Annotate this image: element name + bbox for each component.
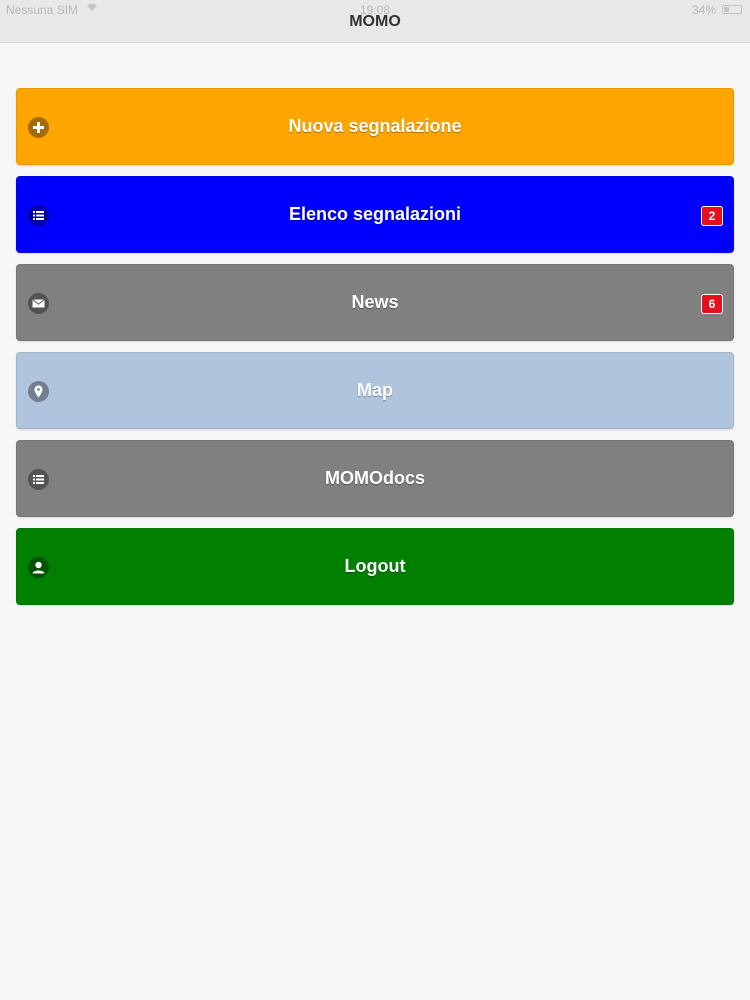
battery-icon — [722, 5, 742, 14]
status-bar: Nessuna SIM 19:08 34% — [0, 0, 750, 20]
button-label: Elenco segnalazioni — [288, 204, 462, 224]
plus-icon — [28, 117, 49, 138]
notification-badge: 6 — [701, 294, 723, 314]
user-icon — [28, 557, 49, 578]
momodocs-button[interactable]: MOMOdocs — [16, 440, 734, 517]
button-label: Logout — [344, 556, 406, 576]
battery-percentage: 34% — [691, 3, 716, 17]
location-pin-icon — [28, 381, 49, 402]
logout-button[interactable]: Logout — [16, 528, 734, 605]
list-icon — [28, 469, 49, 490]
button-label: Map — [357, 380, 393, 400]
button-label: News — [351, 292, 399, 312]
mail-icon — [28, 293, 49, 314]
button-label: Nuova segnalazione — [288, 116, 462, 136]
list-icon — [28, 205, 49, 226]
clock: 19:08 — [359, 3, 391, 17]
notification-badge: 2 — [701, 206, 723, 226]
map-button[interactable]: Map — [16, 352, 734, 429]
elenco-segnalazioni-button[interactable]: Elenco segnalazioni 2 — [16, 176, 734, 253]
main-menu: Nuova segnalazione Elenco segnalazioni 2… — [16, 88, 734, 616]
news-button[interactable]: News 6 — [16, 264, 734, 341]
button-label: MOMOdocs — [324, 468, 425, 488]
nuova-segnalazione-button[interactable]: Nuova segnalazione — [16, 88, 734, 165]
